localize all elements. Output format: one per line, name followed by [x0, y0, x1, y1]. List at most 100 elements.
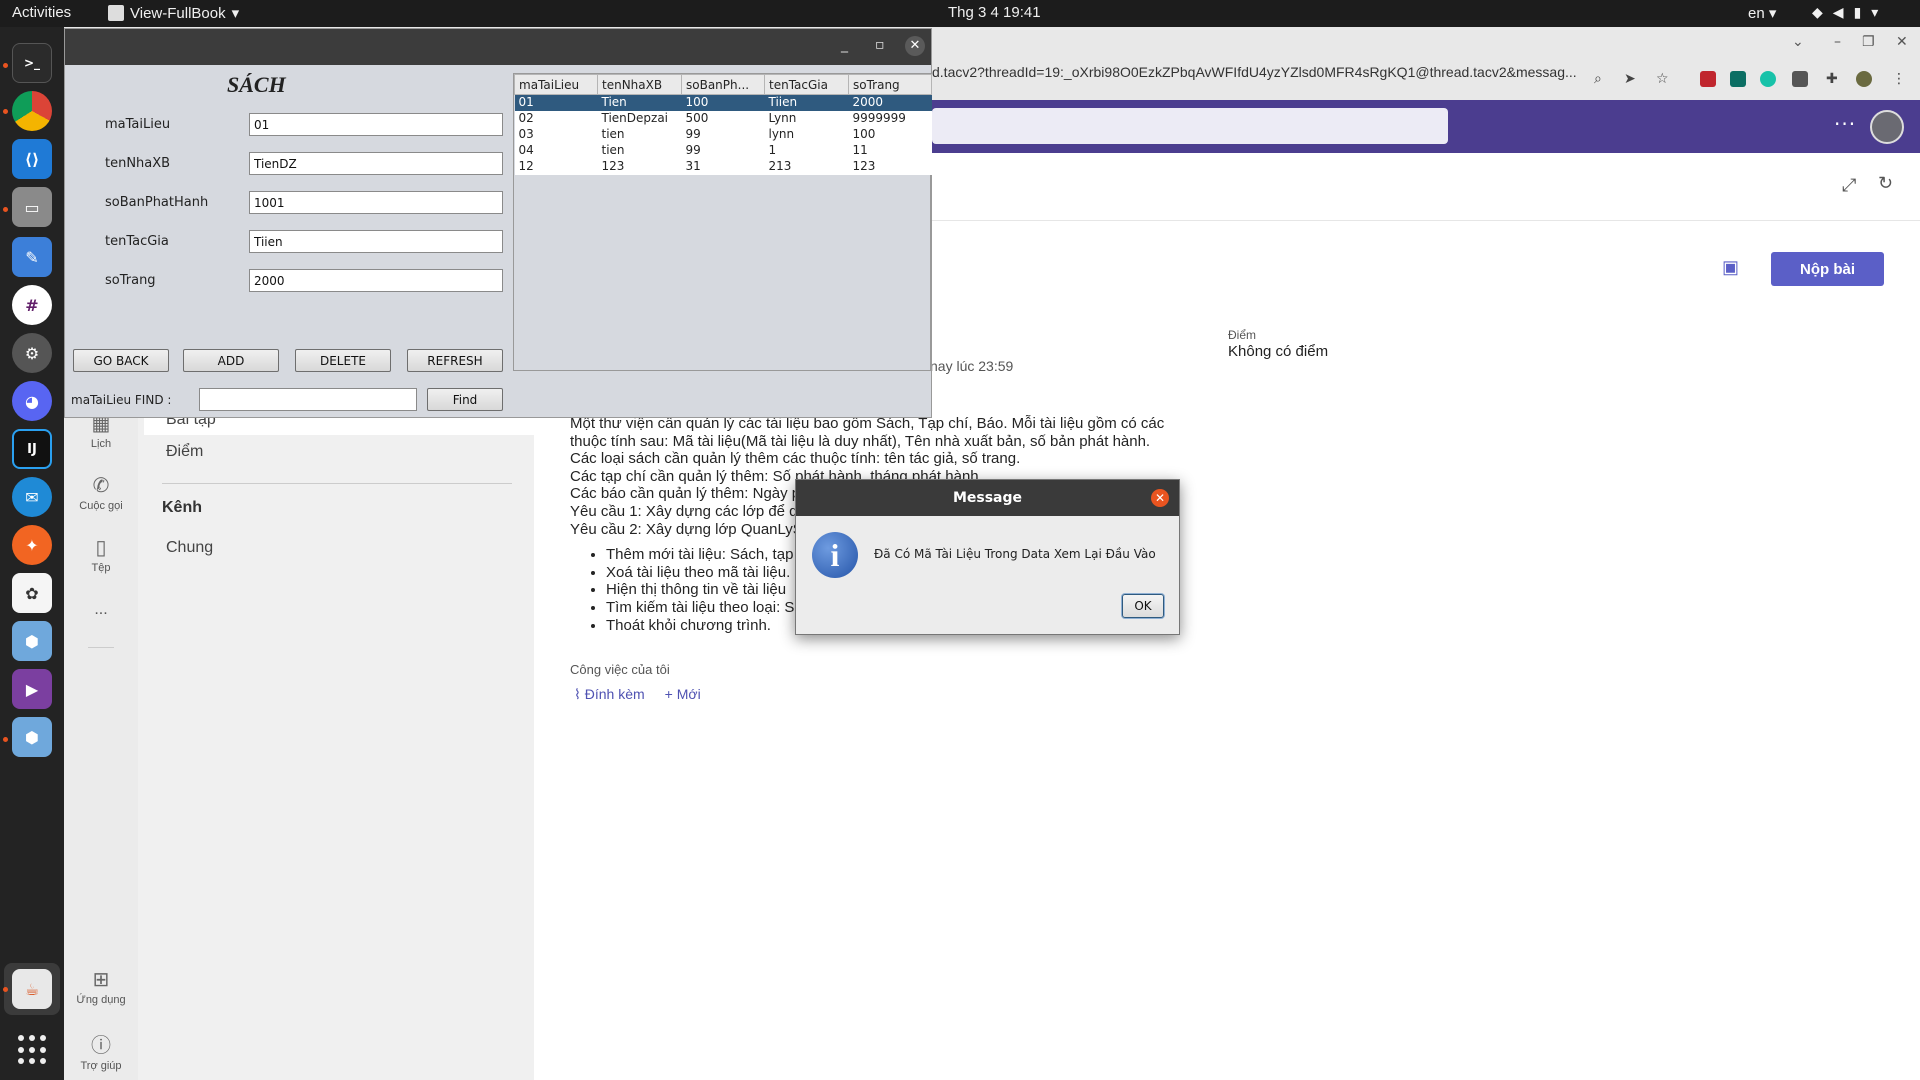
table-cell: 1 — [764, 142, 849, 159]
extension-icon[interactable] — [1792, 71, 1808, 87]
extension-icon[interactable] — [1760, 71, 1776, 87]
package-icon[interactable]: ⬢ — [12, 717, 52, 757]
avatar[interactable] — [1870, 110, 1904, 144]
expand-icon[interactable]: ⤢ — [1842, 175, 1856, 196]
table-cell: 01 — [514, 94, 598, 111]
field-label-soBanPhatHanh: soBanPhatHanh — [105, 195, 209, 210]
language-indicator[interactable]: en ▾ — [1748, 4, 1776, 22]
profile-avatar[interactable] — [1856, 71, 1872, 87]
text-editor-icon[interactable]: ✎ — [12, 237, 52, 277]
add-button[interactable]: ADD — [183, 349, 279, 372]
maTaiLieu-input[interactable] — [249, 113, 503, 136]
rail-item-calls[interactable]: ✆ Cuộc gọi — [64, 473, 138, 512]
postman-icon[interactable]: ✦ — [12, 525, 52, 565]
package-icon[interactable]: ⬢ — [12, 621, 52, 661]
table-cell: Tiien — [764, 94, 849, 111]
tenTacGia-input[interactable] — [249, 230, 503, 253]
find-input[interactable] — [199, 388, 417, 411]
delete-button[interactable]: DELETE — [295, 349, 391, 372]
rail-item-more[interactable]: ... — [64, 601, 138, 619]
puzzle-icon[interactable]: ✚ — [1826, 71, 1842, 87]
table-cell: 31 — [681, 158, 765, 175]
slack-icon[interactable]: # — [12, 285, 52, 325]
table-row[interactable]: 04 tien 99 1 11 — [514, 142, 932, 159]
table-cell: 03 — [514, 126, 598, 143]
menu-icon[interactable]: ⋮ — [1892, 71, 1908, 87]
table-row[interactable]: 02 TienDepzai 500 Lynn 9999999 — [514, 110, 932, 127]
soTrang-input[interactable] — [249, 269, 503, 292]
column-header[interactable]: soBanPh... — [681, 74, 765, 95]
running-indicator — [3, 63, 8, 68]
more-icon[interactable]: ··· — [1834, 112, 1856, 136]
discord-icon[interactable]: ◕ — [12, 381, 52, 421]
chevron-down-icon: ▾ — [1871, 4, 1879, 20]
ok-button[interactable]: OK — [1122, 594, 1164, 618]
messenger-icon[interactable]: ✉ — [12, 477, 52, 517]
go-back-button[interactable]: GO BACK — [73, 349, 169, 372]
zoom-icon[interactable]: ⌕ — [1594, 71, 1610, 87]
running-indicator — [3, 109, 8, 114]
clock[interactable]: Thg 3 4 19:41 — [948, 4, 1041, 21]
rail-item-files[interactable]: ▯ Tệp — [64, 535, 138, 574]
rail-item-apps[interactable]: ⊞ Ứng dụng — [64, 967, 138, 1006]
settings-icon[interactable]: ⚙ — [12, 333, 52, 373]
column-header[interactable]: soTrang — [848, 74, 932, 95]
address-url: d.tacv2?threadId=19:_oXrbi98O0EzkZPbqAvW… — [932, 64, 1577, 80]
show-apps-icon[interactable] — [18, 1035, 48, 1065]
running-indicator — [3, 987, 8, 992]
table-row[interactable]: 03 tien 99 lynn 100 — [514, 126, 932, 143]
java-icon[interactable]: ☕ — [12, 969, 52, 1009]
submit-button[interactable]: Nộp bài — [1771, 252, 1884, 286]
book-table[interactable]: maTaiLieu tenNhaXB soBanPh... tenTacGia … — [514, 74, 932, 175]
channel-general[interactable]: Chung — [166, 539, 213, 557]
attach-button[interactable]: ⌇ Đính kèm — [574, 686, 645, 703]
minimize-icon[interactable]: – — [1834, 34, 1841, 50]
files-icon[interactable]: ▭ — [12, 187, 52, 227]
window-titlebar[interactable]: _ ▫ ✕ — [65, 29, 931, 65]
system-tray[interactable]: ◆ ◀ ▮ ▾ — [1812, 4, 1878, 21]
table-cell: 99 — [681, 142, 765, 159]
maximize-icon[interactable]: ▫ — [875, 37, 885, 53]
find-button[interactable]: Find — [427, 388, 503, 411]
new-button[interactable]: + Mới — [665, 686, 701, 703]
soBanPhatHanh-input[interactable] — [249, 191, 503, 214]
send-icon[interactable]: ➤ — [1624, 71, 1640, 87]
table-row[interactable]: 12 123 31 213 123 — [514, 158, 932, 175]
teams-search-input[interactable] — [932, 108, 1448, 144]
chrome-icon[interactable] — [12, 91, 52, 131]
vscode-icon[interactable]: ⟨⟩ — [12, 139, 52, 179]
refresh-button[interactable]: REFRESH — [407, 349, 503, 372]
close-icon[interactable]: ✕ — [905, 36, 925, 56]
video-player-icon[interactable]: ▶ — [12, 669, 52, 709]
rail-item-help[interactable]: ⓘ Trợ giúp — [64, 1029, 138, 1072]
gimp-icon[interactable]: ✿ — [12, 573, 52, 613]
running-indicator — [3, 737, 8, 742]
column-header[interactable]: tenNhaXB — [597, 74, 682, 95]
book-table-scrollpane[interactable]: maTaiLieu tenNhaXB soBanPh... tenTacGia … — [513, 73, 932, 371]
close-icon[interactable]: ✕ — [1151, 489, 1169, 507]
activities-button[interactable]: Activities — [12, 4, 71, 21]
close-icon[interactable]: ✕ — [1896, 34, 1908, 50]
column-header[interactable]: maTaiLieu — [514, 74, 598, 95]
table-row[interactable]: 01 Tien 100 Tiien 2000 — [514, 94, 932, 111]
table-cell: 123 — [848, 158, 932, 175]
immersive-reader-icon[interactable]: ▣ — [1722, 257, 1739, 278]
intellij-icon[interactable]: IJ — [12, 429, 52, 469]
tenNhaXB-input[interactable] — [249, 152, 503, 175]
volume-icon: ◀ — [1832, 4, 1844, 20]
chevron-down-icon[interactable]: ⌄ — [1792, 34, 1804, 50]
column-header[interactable]: tenTacGia — [764, 74, 849, 95]
app-menu[interactable]: View-FullBook ▾ — [108, 4, 239, 22]
form-title: SÁCH — [227, 72, 286, 97]
list-item-grades[interactable]: Điểm — [166, 443, 203, 461]
table-cell: 02 — [514, 110, 598, 127]
minimize-icon[interactable]: _ — [841, 37, 848, 53]
extension-icon[interactable] — [1700, 71, 1716, 87]
refresh-icon[interactable]: ↻ — [1878, 173, 1893, 194]
terminal-icon[interactable]: >_ — [12, 43, 52, 83]
extension-icon[interactable] — [1730, 71, 1746, 87]
dialog-titlebar[interactable]: Message — [796, 480, 1179, 516]
restore-icon[interactable]: ❐ — [1862, 34, 1875, 50]
star-icon[interactable]: ☆ — [1656, 71, 1672, 87]
address-bar[interactable]: d.tacv2?threadId=19:_oXrbi98O0EzkZPbqAvW… — [932, 64, 1577, 80]
